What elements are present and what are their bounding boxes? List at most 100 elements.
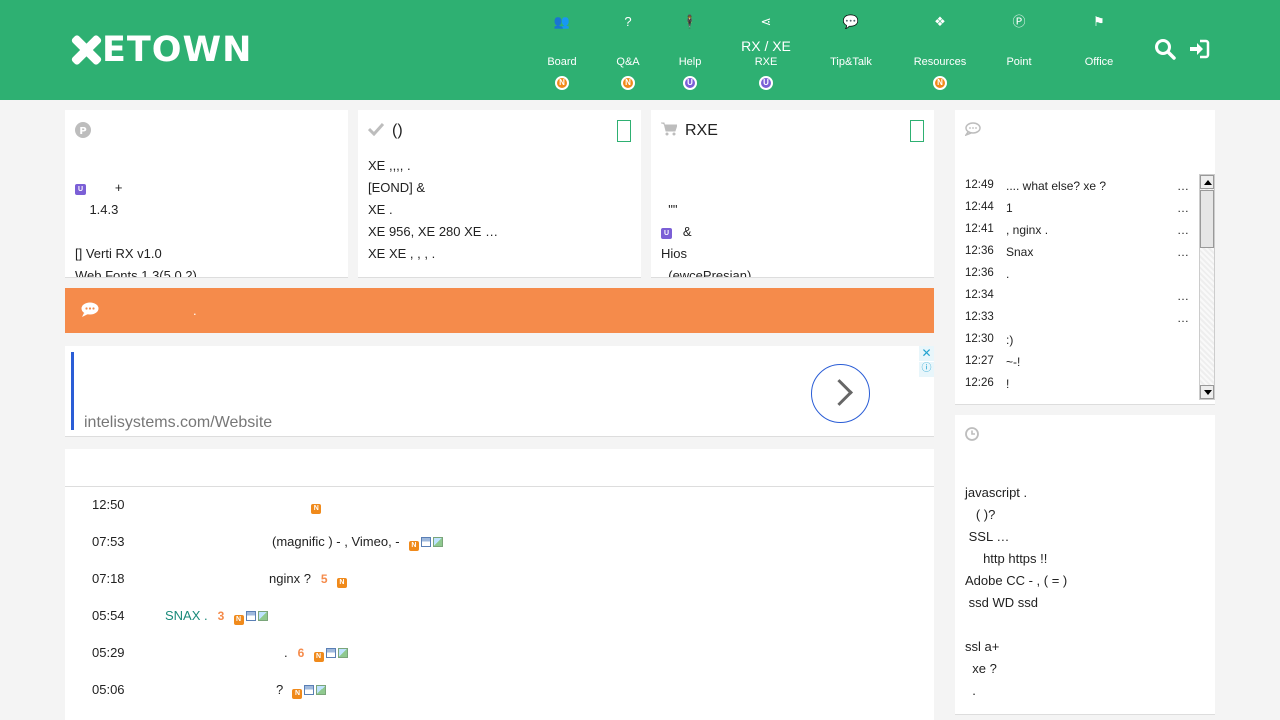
post-title[interactable]: (magnific ) - , Vimeo, - N <box>272 534 443 551</box>
question-title[interactable]: SSL … <box>969 529 1010 544</box>
table-row[interactable]: 12:50 N <box>65 487 934 524</box>
post-title-text[interactable]: . <box>284 645 288 660</box>
more-button[interactable] <box>617 120 631 142</box>
list-item[interactable]: ssl a+ <box>965 636 1205 658</box>
list-item[interactable]: U & <box>661 221 924 243</box>
question-title[interactable]: javascript . <box>965 485 1027 500</box>
list-item[interactable]: XE 956, XE 280 XE … <box>368 221 631 243</box>
table-row[interactable]: 05:54 SNAX .3 N <box>65 598 934 635</box>
notice-bar[interactable]: . <box>65 288 934 333</box>
point-panel: P U + 1.4.3 [] Verti RX v1.0 Web Fonts 1… <box>65 110 348 278</box>
ellipsis: … <box>1177 223 1189 237</box>
point-icon: P <box>75 122 91 142</box>
question-title[interactable]: ssd WD ssd <box>969 595 1038 610</box>
nav-item-office[interactable]: ⚑ Office <box>1059 0 1139 100</box>
list-item[interactable]: SSL … <box>965 526 1205 548</box>
nav-item-help[interactable]: 🕴 Help U <box>650 0 730 100</box>
table-row[interactable]: 07:18 nginx ? 5 N <box>65 561 934 598</box>
site-logo[interactable]: ETOWN <box>70 33 252 68</box>
list-item[interactable]: xe ? <box>965 658 1205 680</box>
nav-item-label: Resources <box>913 56 967 68</box>
list-item[interactable]: XE . <box>368 199 631 221</box>
list-item[interactable]: ( )? <box>965 504 1205 526</box>
chat-message[interactable]: 12:33… <box>965 308 1190 330</box>
chat-time: 12:33 <box>965 311 994 323</box>
question-title[interactable]: Adobe CC - , ( = ) <box>965 573 1067 588</box>
list-item[interactable]: [] Verti RX v1.0 <box>75 243 338 265</box>
chat-message[interactable]: 12:36 Snax… <box>965 242 1190 264</box>
table-row[interactable]: 05:29 . 6 N <box>65 635 934 672</box>
login-icon[interactable] <box>1188 38 1210 66</box>
post-title-text[interactable]: (magnific ) - , Vimeo, - <box>272 534 400 549</box>
more-button[interactable] <box>910 120 924 142</box>
logo-x-mark <box>70 34 102 66</box>
list-item[interactable]: XE XE , , , . <box>368 243 631 265</box>
list-item[interactable]: U + <box>75 177 338 199</box>
chat-message[interactable]: 12:27 ~-! <box>965 352 1190 374</box>
ad-close-icon[interactable]: ✕ <box>919 346 934 361</box>
chat-message[interactable]: 12:26! <box>965 374 1190 396</box>
list-item[interactable]: (ewcePresian) <box>661 265 924 277</box>
post-title[interactable]: .6 N <box>284 645 348 662</box>
nav-item-point[interactable]: Ⓟ Point <box>979 0 1059 100</box>
question-title[interactable]: . <box>972 683 976 698</box>
question-title[interactable]: ssl a+ <box>965 639 999 654</box>
list-item[interactable]: "" <box>661 199 924 221</box>
chat-text: . <box>1006 267 1010 281</box>
list-item[interactable]: Hios <box>661 243 924 265</box>
nav-item-rxe[interactable]: ⋖ RX / XE RXE U <box>726 0 806 100</box>
chat-message[interactable]: 12:36. <box>965 264 1190 286</box>
list-item[interactable] <box>75 221 338 243</box>
flag-icon: ⚑ <box>1093 14 1105 29</box>
post-title[interactable]: N <box>302 497 322 514</box>
chat-text: :) <box>1006 333 1014 347</box>
nav-item-label: Office <box>1084 56 1114 68</box>
search-icon[interactable] <box>1154 38 1176 66</box>
post-title[interactable]: nginx ? 5 N <box>269 571 347 588</box>
post-title-text[interactable]: SNAX . <box>165 608 208 623</box>
list-item[interactable]: . <box>965 680 1205 702</box>
scroll-down-button[interactable] <box>1200 385 1214 399</box>
scroll-thumb[interactable] <box>1200 190 1214 248</box>
question-title[interactable]: http https !! <box>983 551 1047 566</box>
panel-title-text: () <box>392 122 403 139</box>
attachment-icon <box>325 648 336 658</box>
table-row[interactable]: 05:06 ? N <box>65 672 934 709</box>
cart-icon <box>661 122 678 140</box>
ad-info-icon[interactable]: ⓘ <box>919 362 934 377</box>
chat-message[interactable]: 12:49.... what else? xe ?… <box>965 176 1190 198</box>
list-item[interactable]: http https !! <box>965 548 1205 570</box>
post-title[interactable]: ? N <box>276 682 327 699</box>
scroll-up-button[interactable] <box>1200 175 1214 189</box>
nav-item-resources[interactable]: ❖ Resources N <box>900 0 980 100</box>
list-item[interactable]: Adobe CC - , ( = ) <box>965 570 1205 592</box>
image-icon <box>257 611 268 621</box>
chat-scrollbar[interactable] <box>1199 174 1215 400</box>
post-title-text[interactable]: nginx ? <box>269 571 311 586</box>
chat-message[interactable]: 12:34… <box>965 286 1190 308</box>
nav-item-tip-talk[interactable]: 💬 Tip&Talk <box>811 0 891 100</box>
list-item[interactable]: javascript . <box>965 482 1205 504</box>
list-item[interactable]: Web Fonts 1.3(5.0.2) <box>75 265 338 277</box>
ad-accent-bar <box>71 352 74 430</box>
chat-message[interactable]: 12:44 1… <box>965 198 1190 220</box>
question-title[interactable]: ( )? <box>976 507 996 522</box>
image-icon <box>337 648 348 658</box>
list-item[interactable]: 1.4.3 <box>75 199 338 221</box>
new-icon: N <box>311 504 322 514</box>
list-item[interactable]: [EOND] & <box>368 177 631 199</box>
nav-item-label: Tip&Talk <box>830 56 872 68</box>
question-title[interactable]: xe ? <box>972 661 997 676</box>
table-row[interactable]: 07:53 (magnific ) - , Vimeo, - N <box>65 524 934 561</box>
chat-message[interactable]: 12:30:) <box>965 330 1190 352</box>
list-item[interactable]: ssd WD ssd <box>965 592 1205 614</box>
list-item[interactable]: XE ,,,, . <box>368 155 631 177</box>
ad-arrow-button[interactable] <box>811 364 870 423</box>
chat-text: .... what else? xe ? <box>1006 179 1107 193</box>
post-title[interactable]: SNAX .3 N <box>165 608 268 625</box>
ad-url[interactable]: intelisystems.com/Website <box>84 414 272 432</box>
svg-text:P: P <box>79 126 86 137</box>
ad-banner[interactable]: intelisystems.com/Website ✕ ⓘ <box>65 346 934 437</box>
list-item[interactable] <box>965 614 1205 636</box>
chat-message[interactable]: 12:41, nginx .… <box>965 220 1190 242</box>
